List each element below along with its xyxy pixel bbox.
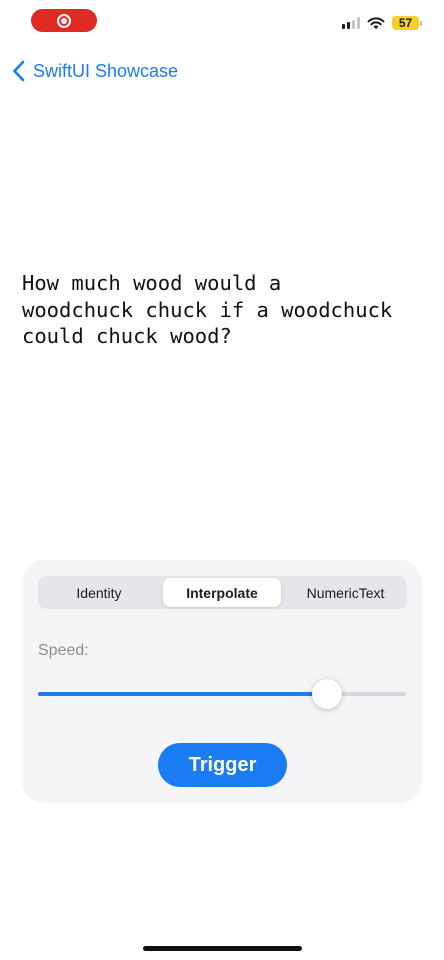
back-button-label: SwiftUI Showcase	[33, 60, 179, 81]
home-indicator[interactable]	[143, 946, 302, 951]
speed-label: Speed:	[38, 642, 89, 659]
segment-numeric-text[interactable]: NumericText	[286, 578, 405, 607]
segment-label: Identity	[76, 584, 122, 601]
segment-label: NumericText	[306, 584, 385, 601]
segment-label: Interpolate	[186, 584, 258, 601]
segment-identity[interactable]: Identity	[40, 578, 158, 607]
wifi-icon	[367, 16, 385, 29]
transition-picker: Identity Interpolate NumericText	[38, 576, 407, 609]
back-button[interactable]: SwiftUI Showcase	[12, 58, 178, 84]
cellular-signal-icon	[342, 17, 360, 29]
trigger-button[interactable]: Trigger	[158, 743, 287, 787]
chevron-left-icon	[13, 60, 25, 82]
battery-level: 57	[398, 16, 413, 30]
screen-recording-indicator[interactable]	[31, 9, 97, 32]
battery-icon: 57	[392, 16, 419, 30]
animated-text: How much wood would a woodchuck chuck if…	[22, 271, 393, 348]
status-bar-right: 57	[342, 14, 422, 32]
record-icon	[57, 13, 71, 28]
controls-card: Identity Interpolate NumericText Speed: …	[22, 560, 422, 803]
speed-slider[interactable]	[38, 679, 406, 709]
segment-interpolate[interactable]: Interpolate	[163, 578, 281, 607]
trigger-button-label: Trigger	[188, 753, 257, 776]
slider-fill	[38, 692, 327, 696]
slider-thumb[interactable]	[311, 679, 342, 709]
